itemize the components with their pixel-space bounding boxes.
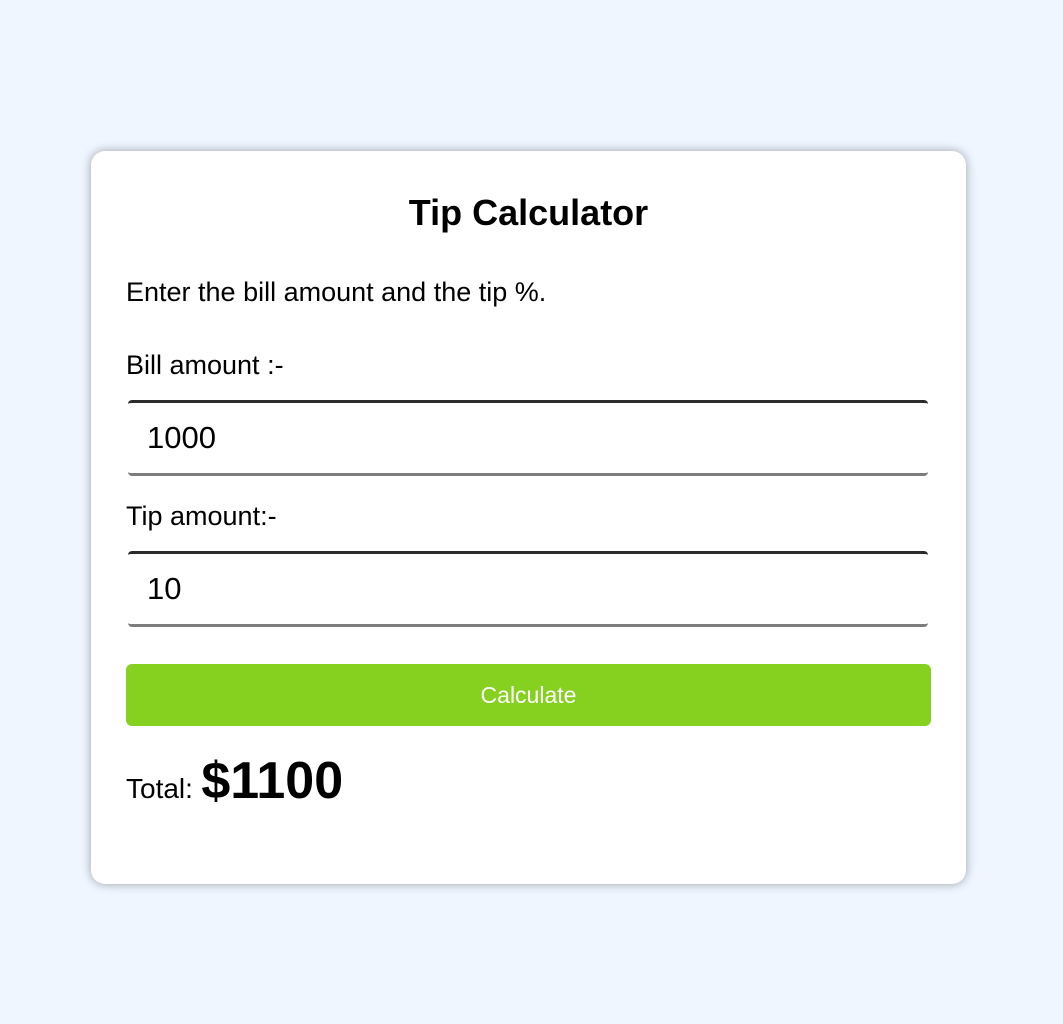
- bill-amount-input[interactable]: [128, 400, 928, 476]
- page-title: Tip Calculator: [408, 192, 649, 233]
- total-result: Total: $1100: [126, 751, 343, 811]
- total-value: $1100: [201, 752, 344, 810]
- tip-amount-label: Tip amount:-: [126, 501, 277, 531]
- calculator-card: Tip Calculator Enter the bill amount and…: [91, 151, 966, 884]
- instructions-text: Enter the bill amount and the tip %.: [126, 277, 547, 307]
- tip-amount-input[interactable]: [128, 551, 928, 627]
- total-label: Total:: [126, 773, 193, 804]
- bill-amount-label: Bill amount :-: [126, 350, 284, 380]
- calculate-button[interactable]: Calculate: [126, 664, 931, 726]
